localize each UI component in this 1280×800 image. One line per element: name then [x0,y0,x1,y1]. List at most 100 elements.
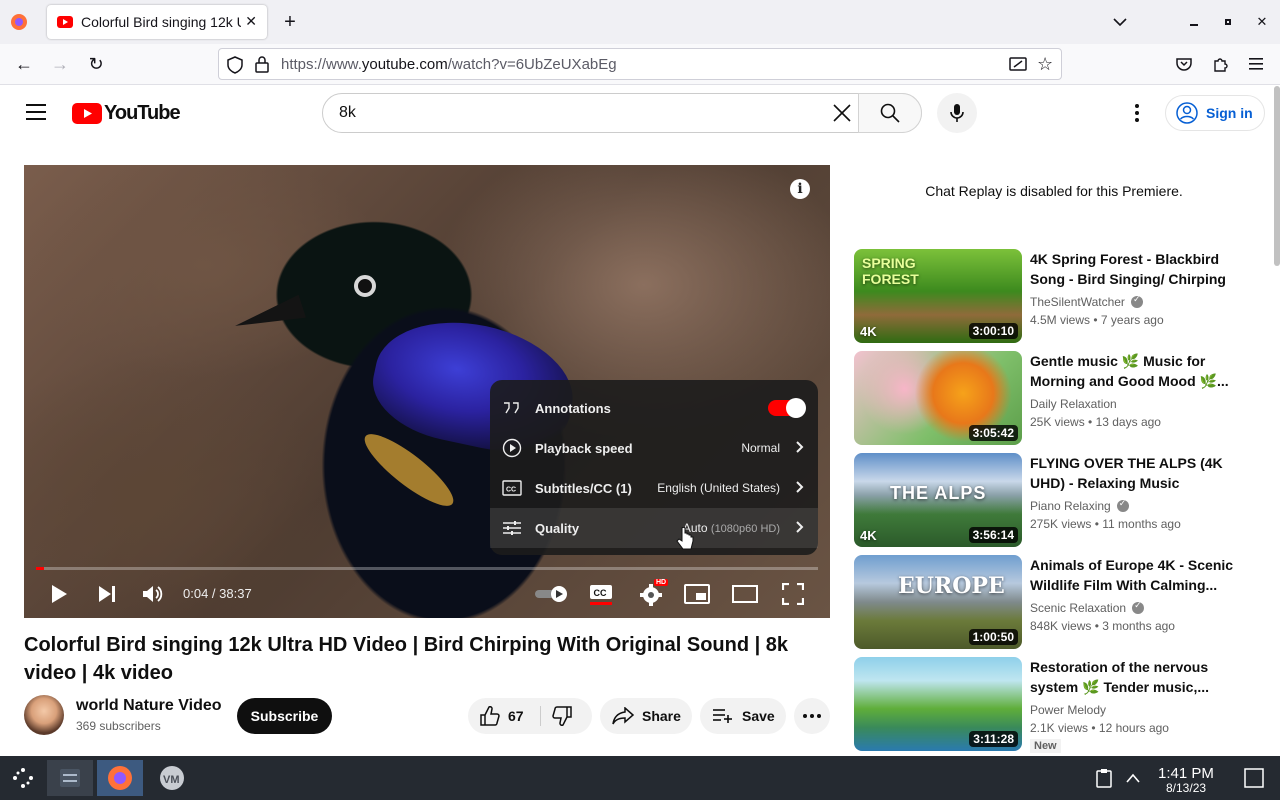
play-button[interactable] [46,579,72,609]
search-button[interactable] [858,93,922,133]
tray-expand-chevron-icon[interactable] [1126,770,1140,788]
recommendation-item[interactable]: SPRING FOREST 4K 3:00:10 4K Spring Fores… [854,249,1244,345]
extensions-icon[interactable] [1208,52,1232,76]
settings-button[interactable]: HD [636,579,669,609]
more-options-icon[interactable] [1128,103,1146,128]
recommendation-channel[interactable]: TheSilentWatcher [1030,294,1143,309]
recommendation-channel[interactable]: Power Melody [1030,703,1106,717]
more-actions-button[interactable] [794,698,830,734]
recommendation-channel[interactable]: Scenic Relaxation [1030,600,1145,615]
channel-avatar[interactable] [24,695,64,735]
channel-name[interactable]: world Nature Video [76,697,222,715]
recommendation-title[interactable]: Gentle music 🌿 Music for Morning and Goo… [1030,351,1234,391]
like-count: 67 [508,708,524,724]
recommendation-meta: 25K views • 13 days ago [1030,415,1161,429]
autoplay-icon [535,586,567,602]
tab-youtube[interactable]: Colorful Bird singing 12k U ✕ [47,5,267,39]
recommendation-meta: 4.5M views • 7 years ago [1030,313,1164,327]
video-player[interactable]: i Annotations Playback speed Normal CC S… [24,165,830,618]
recommendation-title[interactable]: Animals of Europe 4K - Scenic Wildlife F… [1030,555,1234,595]
settings-value: Normal [741,441,780,455]
recommendation-meta: 848K views • 3 months ago [1030,619,1175,633]
settings-annotations[interactable]: Annotations [490,388,818,428]
video-thumbnail[interactable]: 3:05:42 [854,351,1022,445]
video-thumbnail[interactable]: THE ALPS 4K 3:56:14 [854,453,1022,547]
browser-tab-bar: Colorful Bird singing 12k U ✕ + ✕ [0,0,1280,44]
fullscreen-button[interactable] [778,579,808,609]
sign-in-button[interactable]: Sign in [1165,95,1265,131]
firefox-taskbar-icon[interactable] [97,760,143,796]
dislike-button[interactable] [552,706,572,729]
clipboard-icon[interactable] [1096,768,1112,793]
clear-search-icon[interactable] [831,102,853,129]
lock-icon[interactable] [255,55,269,78]
info-icon[interactable]: i [790,179,810,199]
forward-icon[interactable]: → [48,52,72,76]
like-button[interactable]: 67 [468,698,540,734]
task-manager-icon[interactable] [47,760,93,796]
recommendation-item[interactable]: EUROPE 1:00:50 Animals of Europe 4K - Sc… [854,555,1244,651]
recommendation-channel[interactable]: Daily Relaxation [1030,397,1117,411]
theater-mode-button[interactable] [730,579,760,609]
clock-date[interactable]: 8/13/23 [1166,781,1206,795]
add-to-playlist-icon [713,709,732,723]
reader-view-icon[interactable] [1009,56,1027,77]
subscribe-button[interactable]: Subscribe [237,698,332,734]
settings-label: Playback speed [535,440,633,456]
next-button[interactable] [94,579,120,609]
reload-icon[interactable]: ↻ [84,52,108,76]
app-launcher-icon[interactable] [0,760,46,796]
recommendation-title[interactable]: FLYING OVER THE ALPS (4K UHD) - Relaxing… [1030,453,1234,493]
bookmark-star-icon[interactable]: ☆ [1037,54,1053,75]
annotations-toggle[interactable] [768,398,806,418]
miniplayer-button[interactable] [682,579,712,609]
mute-button[interactable] [140,579,166,609]
save-button[interactable]: Save [700,698,786,734]
video-duration: 3:00:10 [968,323,1018,339]
recommendation-item[interactable]: THE ALPS 4K 3:56:14 FLYING OVER THE ALPS… [854,453,1244,549]
shield-icon[interactable] [227,56,243,79]
clock-time[interactable]: 1:41 PM [1158,765,1214,782]
share-button[interactable]: Share [600,698,692,734]
settings-subtitles[interactable]: CC Subtitles/CC (1) English (United Stat… [490,468,818,508]
vmware-taskbar-icon[interactable]: VM [149,760,195,796]
recommendation-item[interactable]: 3:11:28 Restoration of the nervous syste… [854,657,1244,753]
settings-value: Auto (1080p60 HD) [682,521,780,535]
progress-bar[interactable] [36,567,818,570]
show-desktop-icon[interactable] [1244,768,1264,793]
recommendation-title[interactable]: 4K Spring Forest - Blackbird Song - Bird… [1030,249,1234,289]
guide-menu-icon[interactable] [26,104,46,125]
microphone-icon [950,104,964,122]
voice-search-button[interactable] [937,93,977,133]
maximize-window-icon[interactable] [1218,12,1238,32]
hamburger-menu-icon[interactable] [1244,52,1268,76]
recommendation-item[interactable]: 3:05:42 Gentle music 🌿 Music for Morning… [854,351,1244,447]
pocket-icon[interactable] [1172,52,1196,76]
settings-quality[interactable]: Quality Auto (1080p60 HD) [490,508,818,548]
recommendation-title[interactable]: Restoration of the nervous system 🌿 Tend… [1030,657,1234,697]
subtitles-icon: CC [502,478,522,498]
hd-badge: HD [654,579,669,586]
url-bar[interactable]: https://www.youtube.com/watch?v=6UbZeUXa… [218,48,1062,80]
close-tab-icon[interactable]: ✕ [245,13,257,30]
new-tab-icon[interactable]: + [278,10,302,34]
subtitles-button[interactable]: CC [586,579,616,609]
minimize-window-icon[interactable] [1184,12,1204,32]
youtube-logo[interactable]: YouTube [72,102,181,125]
url-text[interactable]: https://www.youtube.com/watch?v=6UbZeUXa… [281,56,617,73]
firefox-menu-icon[interactable] [6,10,32,34]
settings-playback-speed[interactable]: Playback speed Normal [490,428,818,468]
close-window-icon[interactable]: ✕ [1252,12,1272,32]
back-icon[interactable]: ← [12,52,36,76]
video-thumbnail[interactable]: SPRING FOREST 4K 3:00:10 [854,249,1022,343]
video-thumbnail[interactable]: 3:11:28 [854,657,1022,751]
skip-next-icon [99,586,115,602]
recommendation-channel[interactable]: Piano Relaxing [1030,498,1129,513]
search-box[interactable]: 8k [322,93,922,133]
verified-check-icon [1132,600,1145,614]
search-input[interactable]: 8k [339,104,356,122]
page-scrollbar[interactable] [1274,86,1280,266]
autoplay-toggle[interactable] [532,579,572,609]
list-tabs-chevron-icon[interactable] [1108,10,1132,34]
video-thumbnail[interactable]: EUROPE 1:00:50 [854,555,1022,649]
